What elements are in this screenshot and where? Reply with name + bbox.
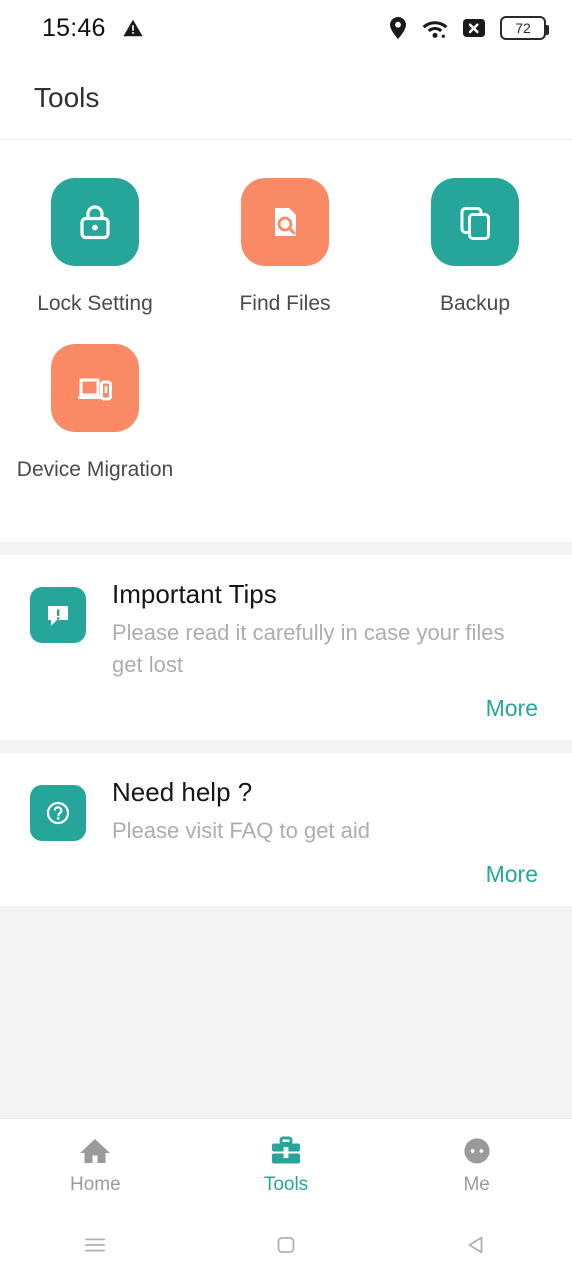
status-bar-right: 72 bbox=[388, 16, 549, 40]
tool-label: Find Files bbox=[239, 292, 331, 315]
tool-label: Lock Setting bbox=[37, 292, 153, 315]
square-icon bbox=[277, 1237, 295, 1253]
menu-lines-icon bbox=[85, 1238, 106, 1252]
tool-label: Backup bbox=[439, 292, 511, 315]
card-body: Important Tips Please read it carefully … bbox=[112, 579, 538, 722]
info-card-important-tips[interactable]: Important Tips Please read it carefully … bbox=[0, 555, 572, 740]
nav-item-me[interactable]: Me bbox=[381, 1134, 572, 1196]
empty-space bbox=[0, 905, 572, 1118]
status-time: 15:46 bbox=[42, 13, 106, 42]
devices-transfer-icon bbox=[78, 378, 112, 401]
wifi-icon bbox=[422, 21, 448, 38]
tool-label: Device Migration bbox=[16, 458, 174, 481]
tools-grid-section: Lock Setting Find Files Backup Device Mi… bbox=[0, 140, 572, 542]
lock-icon bbox=[80, 205, 110, 240]
card-more-row: More bbox=[112, 861, 538, 888]
nav-label: Home bbox=[69, 1173, 121, 1195]
tool-item-device-migration[interactable]: Device Migration bbox=[0, 344, 190, 482]
bottom-navigation: Home Tools Me bbox=[0, 1118, 572, 1210]
section-divider bbox=[0, 542, 572, 555]
battery-level: 72 bbox=[515, 20, 531, 36]
battery-indicator: 72 bbox=[500, 16, 549, 40]
tool-icon-background bbox=[51, 178, 139, 266]
system-navigation-bar bbox=[0, 1210, 572, 1280]
tool-item-lock-setting[interactable]: Lock Setting bbox=[0, 178, 190, 316]
back-button[interactable] bbox=[381, 1230, 572, 1260]
speech-bubble-alert-icon bbox=[48, 606, 68, 626]
section-divider bbox=[0, 739, 572, 753]
recents-button[interactable] bbox=[0, 1230, 191, 1260]
page-title: Tools bbox=[34, 81, 100, 113]
home-icon bbox=[80, 1138, 111, 1163]
file-search-icon bbox=[275, 208, 296, 236]
more-link[interactable]: More bbox=[486, 861, 538, 887]
nav-label: Tools bbox=[263, 1173, 309, 1195]
card-title: Important Tips bbox=[112, 579, 277, 609]
tools-grid: Lock Setting Find Files Backup Device Mi… bbox=[0, 178, 572, 510]
nav-item-home[interactable]: Home bbox=[0, 1134, 191, 1196]
tool-icon-background bbox=[431, 178, 519, 266]
card-more-row: More bbox=[112, 695, 538, 722]
no-sim-icon bbox=[463, 19, 485, 37]
location-pin-icon bbox=[390, 17, 406, 39]
status-bar-left: 15:46 bbox=[42, 14, 144, 43]
card-icon-background bbox=[30, 587, 86, 643]
info-card-need-help[interactable]: Need help ? Please visit FAQ to get aid … bbox=[0, 752, 572, 906]
person-avatar-icon bbox=[464, 1138, 490, 1163]
back-triangle-icon bbox=[468, 1236, 483, 1254]
status-bar: 15:46 72 bbox=[0, 0, 572, 56]
tool-item-find-files[interactable]: Find Files bbox=[190, 178, 380, 316]
tool-item-backup[interactable]: Backup bbox=[380, 178, 570, 316]
briefcase-icon bbox=[272, 1136, 300, 1163]
card-icon-background bbox=[30, 784, 86, 841]
card-description: Please visit FAQ to get aid bbox=[112, 817, 371, 843]
copy-documents-icon bbox=[460, 207, 490, 240]
card-title: Need help ? bbox=[112, 776, 253, 807]
question-mark-circle-icon bbox=[46, 801, 70, 824]
nav-item-tools[interactable]: Tools bbox=[191, 1134, 382, 1196]
app-bar: Tools bbox=[0, 56, 572, 140]
more-link[interactable]: More bbox=[486, 695, 538, 721]
nav-label: Me bbox=[463, 1173, 490, 1195]
card-body: Need help ? Please visit FAQ to get aid … bbox=[112, 777, 538, 888]
card-description: Please read it carefully in case your fi… bbox=[112, 620, 505, 677]
tool-icon-background bbox=[241, 178, 329, 266]
home-button[interactable] bbox=[191, 1230, 382, 1260]
warning-triangle-icon bbox=[122, 19, 143, 37]
tool-icon-background bbox=[51, 344, 139, 432]
phone-screen: 15:46 72 Tools Lock Setting Find Files B… bbox=[0, 0, 572, 1280]
